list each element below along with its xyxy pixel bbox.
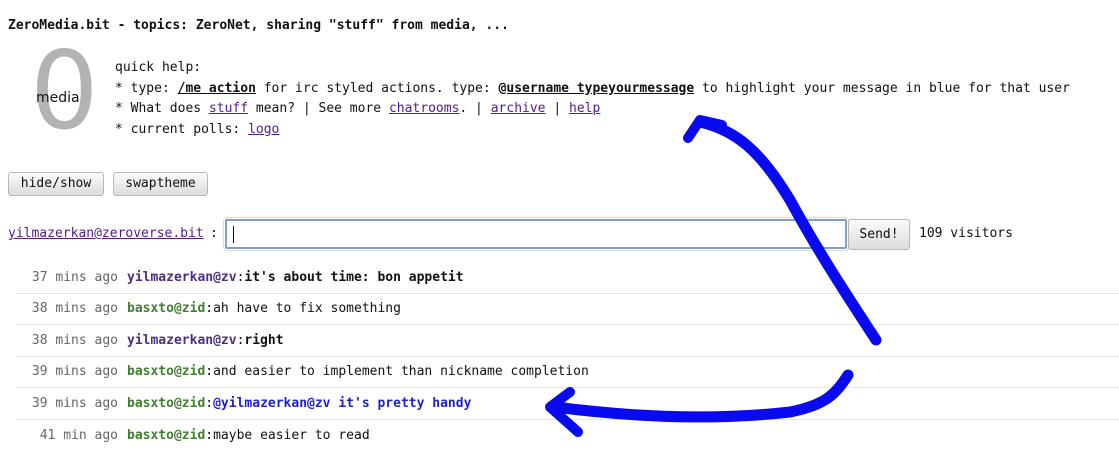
message-text: and easier to implement than nickname co… — [213, 364, 589, 380]
help-heading: quick help: — [115, 60, 202, 75]
send-button[interactable]: Send! — [848, 219, 910, 250]
username-message-command: @username typeyourmessage — [498, 80, 695, 96]
logo-poll-link[interactable]: logo — [248, 122, 279, 137]
message-input[interactable] — [223, 217, 849, 251]
swaptheme-button[interactable]: swaptheme — [113, 172, 208, 196]
message-text: ah have to fix something — [213, 301, 401, 317]
message-text: it's about time: bon appetit — [244, 269, 464, 285]
help-text: * What does — [115, 101, 209, 116]
me-action-command: /me action — [177, 80, 256, 96]
stuff-link[interactable]: stuff — [209, 101, 248, 116]
message-user[interactable]: basxto@zid — [127, 428, 205, 443]
archive-link[interactable]: archive — [491, 101, 546, 116]
message-separator: : — [205, 364, 214, 380]
message-time: 38 mins ago — [31, 301, 118, 317]
message-text: right — [244, 332, 284, 348]
list-item: 41 min ago basxto@zid: maybe easier to re… — [16, 420, 1119, 452]
user-colon: : — [210, 226, 218, 241]
help-line-polls: * current polls: logo — [115, 120, 1070, 141]
message-text: maybe easier to read — [213, 427, 370, 443]
message-user[interactable]: basxto@zid — [127, 396, 205, 411]
message-separator: : — [205, 427, 214, 443]
message-time: 38 mins ago — [31, 332, 118, 348]
hide-show-button[interactable]: hide/show — [8, 172, 104, 196]
zeromedia-logo: 0 media — [30, 38, 110, 146]
help-text: * current polls: — [115, 121, 249, 137]
logo-word: media — [36, 90, 80, 106]
help-text: to highlight your message in blue for th… — [694, 80, 1070, 96]
message-user[interactable]: yilmazerkan@zv — [127, 333, 237, 348]
help-line-commands: * type: /me action for irc styled action… — [115, 79, 1070, 100]
current-user-link[interactable]: yilmazerkan@zeroverse.bit — [8, 226, 204, 241]
help-text: for irc styled actions. type: — [255, 80, 499, 96]
visitor-count: 109 visitors — [919, 226, 1013, 241]
help-text: mean? | See more — [248, 101, 389, 116]
message-user[interactable]: yilmazerkan@zv — [127, 270, 237, 285]
help-separator: | — [545, 101, 569, 116]
quick-help: quick help: * type: /me action for irc s… — [115, 58, 1070, 140]
chatrooms-link[interactable]: chatrooms — [389, 101, 459, 116]
list-item: 39 mins ago basxto@zid: and easier to imp… — [16, 357, 1119, 388]
message-time: 37 mins ago — [31, 269, 118, 285]
message-separator: : — [236, 332, 245, 348]
list-item: 38 mins ago yilmazerkan@zv: right — [16, 325, 1119, 357]
message-time: 39 mins ago — [31, 364, 118, 380]
help-line-links: * What does stuff mean? | See more chatr… — [115, 99, 1070, 120]
message-text-highlighted: @yilmazerkan@zv it's pretty handy — [213, 395, 472, 411]
message-user[interactable]: basxto@zid — [127, 364, 205, 379]
message-separator: : — [205, 395, 214, 411]
message-time: 41 min ago — [39, 427, 118, 443]
text-caret — [233, 226, 234, 243]
help-separator: . | — [459, 101, 491, 116]
list-item: 39 mins ago basxto@zid: @yilmazerkan@zv i… — [16, 388, 1119, 420]
message-list: 37 mins ago yilmazerkan@zv: it's about ti… — [16, 262, 1119, 451]
list-item: 37 mins ago yilmazerkan@zv: it's about ti… — [16, 262, 1119, 294]
message-time: 39 mins ago — [31, 395, 118, 411]
message-separator: : — [236, 269, 245, 285]
help-link[interactable]: help — [569, 101, 600, 116]
list-item: 38 mins ago basxto@zid: ah have to fix so… — [16, 294, 1119, 325]
message-separator: : — [205, 301, 214, 317]
message-user[interactable]: basxto@zid — [127, 301, 205, 316]
help-text: * type: — [115, 80, 178, 96]
